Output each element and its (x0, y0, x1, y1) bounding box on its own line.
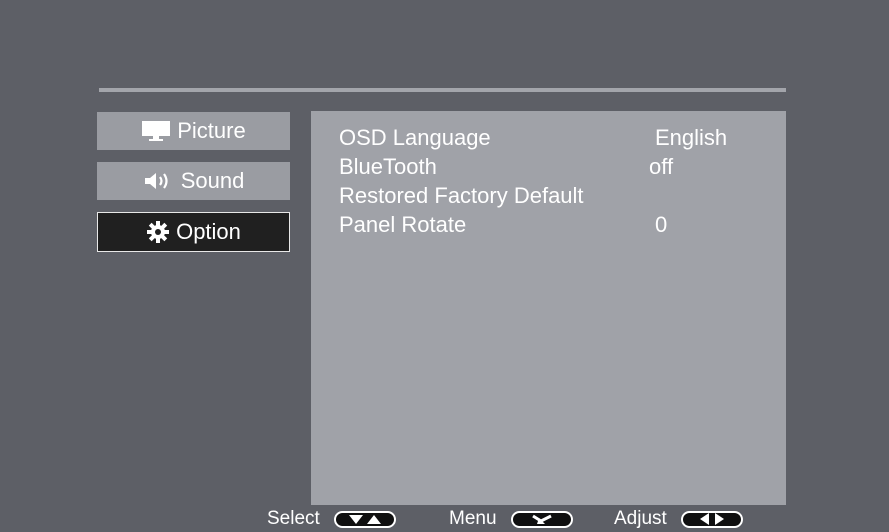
left-right-arrows-icon (680, 510, 743, 528)
adjust-label: Adjust (614, 508, 667, 529)
option-osd-language[interactable]: OSD Language English (339, 123, 779, 152)
menu-hint: Menu (449, 508, 573, 530)
tab-label: Sound (180, 168, 245, 193)
adjust-hint: Adjust (614, 508, 743, 530)
tab-label: Option (176, 219, 241, 244)
top-divider (99, 88, 786, 92)
option-value: English (655, 125, 728, 150)
option-label: Panel Rotate (339, 212, 467, 237)
option-label: BlueTooth (339, 154, 437, 179)
option-panel-rotate[interactable]: Panel Rotate 0 (339, 210, 779, 239)
option-restored-factory-default[interactable]: Restored Factory Default (339, 181, 779, 210)
tab-option[interactable]: Option (97, 212, 290, 252)
select-hint: Select (267, 508, 396, 530)
up-down-arrows-icon (333, 510, 396, 528)
speaker-icon (143, 170, 175, 192)
option-value: off (649, 154, 674, 179)
options-panel: OSD Language English BlueTooth off Resto… (311, 111, 786, 505)
monitor-icon (141, 120, 171, 142)
option-label: OSD Language (339, 125, 491, 150)
return-arrow-icon (510, 510, 573, 528)
osd-menu: Picture Sound Option OSD Language Englis… (0, 0, 889, 532)
select-label: Select (267, 508, 320, 529)
menu-label: Menu (449, 508, 497, 529)
option-bluetooth[interactable]: BlueTooth off (339, 152, 779, 181)
tab-sound[interactable]: Sound (97, 162, 290, 200)
option-value: 0 (655, 212, 668, 237)
tab-picture[interactable]: Picture (97, 112, 290, 150)
tab-label: Picture (177, 118, 246, 143)
key-hints: Select Menu Adjust (0, 506, 889, 532)
gear-icon (146, 220, 170, 244)
option-label: Restored Factory Default (339, 183, 584, 208)
